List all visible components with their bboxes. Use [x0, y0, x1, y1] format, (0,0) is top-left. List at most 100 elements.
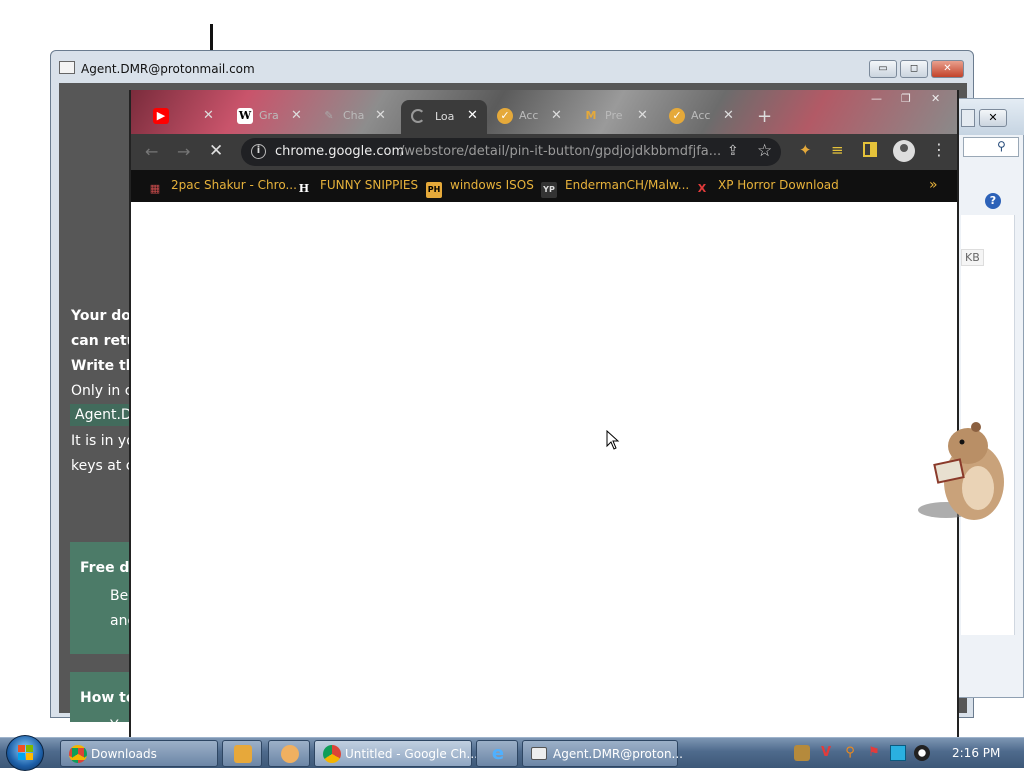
maximize-button[interactable]: ◻ [900, 60, 928, 78]
youtube-icon: ▶ [153, 108, 169, 124]
maximize-button[interactable]: ❐ [901, 92, 911, 106]
bookmark-label: EndermanCH/Malw... [565, 178, 690, 192]
star-icon[interactable]: ☆ [757, 141, 772, 161]
profile-icon[interactable] [893, 140, 915, 162]
back-arrow-icon[interactable]: ← [145, 142, 158, 161]
window-titlebar[interactable]: ✕ [959, 99, 1024, 135]
bookmark[interactable]: PH windows ISOS [426, 178, 534, 198]
page-content[interactable] [131, 202, 957, 750]
taskbar-label: Untitled - Google Ch... [345, 747, 478, 761]
taskbar-item-chrome[interactable]: Untitled - Google Ch... [314, 740, 478, 767]
note-line: Your do [71, 308, 131, 324]
url-host: chrome.google.com [275, 144, 405, 159]
close-button[interactable]: ✕ [931, 92, 940, 106]
extensions-icon[interactable]: ✦ [799, 141, 812, 159]
explorer-window: ✕ ⚲ ? KB [958, 98, 1024, 698]
address-bar[interactable]: i chrome.google.com /webstore/detail/pin… [241, 138, 781, 166]
yp-icon: YP [541, 182, 557, 198]
tray-v-icon[interactable]: V [818, 745, 834, 761]
site-info-icon[interactable]: i [251, 144, 266, 159]
file-size: KB [961, 249, 984, 266]
window-title: Agent.DMR@protonmail.com [81, 62, 255, 76]
box-title: How to [80, 690, 136, 706]
tab-active[interactable]: Loa ✕ [401, 100, 487, 134]
quill-icon: ✎ [324, 109, 334, 122]
stop-loading-icon[interactable]: ✕ [209, 141, 223, 161]
tab[interactable]: M Pre ✕ [583, 102, 653, 130]
note-line: Only in c [71, 383, 133, 399]
taskbar-item-ransom-window[interactable]: Agent.DMR@proton... [522, 740, 683, 767]
hamster-pet-icon[interactable] [916, 418, 1006, 524]
maximize-button[interactable] [961, 109, 975, 127]
search-input[interactable] [963, 137, 1019, 157]
bookmark[interactable]: ▦ 2pac Shakur - Chro... [147, 178, 297, 197]
bookmark[interactable]: YP EndermanCH/Malw... [541, 178, 689, 198]
media-control-icon[interactable]: ≡ [831, 141, 844, 159]
more-bookmarks-icon[interactable]: » [929, 177, 938, 193]
box-text: Be [110, 588, 129, 604]
tab-label: Loa [435, 110, 455, 123]
taskbar-item-media[interactable] [222, 740, 262, 767]
badge-icon: ✓ [497, 108, 513, 124]
tray-search-icon[interactable]: ⚲ [842, 745, 858, 761]
note-line: It is in yo [71, 433, 135, 449]
start-button[interactable] [6, 735, 44, 771]
bookmark[interactable]: X XP Horror Download [694, 178, 839, 197]
note-email[interactable]: Agent.D [75, 407, 132, 423]
tray-flag-icon[interactable]: ⚑ [866, 745, 882, 761]
side-panel-icon[interactable] [863, 142, 877, 157]
bookmark[interactable]: H FUNNY SNIPPIES [296, 178, 418, 197]
note-line: keys at c [71, 458, 134, 474]
minimize-button[interactable]: ▭ [869, 60, 897, 78]
tab[interactable]: ✓ Acc ✕ [497, 102, 567, 130]
h-icon: H [298, 182, 310, 195]
close-tab-icon[interactable]: ✕ [723, 108, 734, 123]
tab-label: Cha [343, 109, 365, 122]
taskbar-item-downloads[interactable]: Downloads [60, 740, 218, 767]
new-tab-button[interactable]: + [757, 106, 772, 127]
ie-icon: e [491, 743, 505, 764]
bookmark-label: FUNNY SNIPPIES [320, 178, 419, 192]
close-tab-icon[interactable]: ✕ [291, 108, 302, 123]
box-title: Free d [80, 560, 130, 576]
taskbar-label: Downloads [91, 747, 157, 761]
tab-label: Pre [605, 109, 623, 122]
box-text: Yo [110, 718, 126, 734]
tupac-icon: ▦ [149, 182, 161, 195]
tab[interactable]: W Gra ✕ [237, 102, 307, 130]
window-titlebar[interactable]: Agent.DMR@protonmail.com ▭ ◻ ✕ [51, 51, 973, 83]
close-button[interactable]: ✕ [979, 109, 1007, 127]
tab[interactable]: ▶ ✕ [153, 102, 214, 130]
tray-app-icon[interactable] [794, 745, 810, 761]
minimize-button[interactable]: — [871, 92, 882, 106]
clock[interactable]: 2:16 PM [952, 746, 1000, 760]
taskbar-item-paint[interactable] [268, 740, 310, 767]
taskbar-item-ie[interactable]: e [476, 740, 518, 767]
window-icon [531, 747, 547, 760]
tray-volume-icon[interactable] [914, 745, 930, 761]
close-tab-icon[interactable]: ✕ [551, 108, 562, 123]
chrome-window: ▶ ✕ W Gra ✕ ✎ Cha ✕ Loa ✕ ✓ Acc ✕ M Pre … [129, 90, 959, 750]
tab-strip: ▶ ✕ W Gra ✕ ✎ Cha ✕ Loa ✕ ✓ Acc ✕ M Pre … [131, 90, 957, 134]
close-tab-icon[interactable]: ✕ [203, 108, 214, 123]
x-icon: X [697, 182, 707, 195]
browser-toolbar: ← → ✕ i chrome.google.com /webstore/deta… [131, 134, 957, 170]
close-tab-icon[interactable]: ✕ [637, 108, 648, 123]
tab-label: Gra [259, 109, 279, 122]
chrome-icon [69, 745, 87, 763]
share-icon[interactable]: ⇪ [727, 143, 739, 159]
loading-icon [411, 109, 425, 123]
close-tab-icon[interactable]: ✕ [375, 108, 386, 123]
tray-network-icon[interactable] [890, 745, 906, 761]
tab[interactable]: ✓ Acc ✕ [669, 102, 739, 130]
tab[interactable]: ✎ Cha ✕ [321, 102, 391, 130]
menu-icon[interactable]: ⋮ [931, 140, 947, 159]
help-icon[interactable]: ? [985, 193, 1001, 209]
search-icon[interactable]: ⚲ [997, 139, 1006, 153]
windows-logo-icon [18, 745, 34, 761]
bookmark-label: windows ISOS [450, 178, 534, 192]
note-line: Write th [71, 358, 136, 374]
close-tab-icon[interactable]: ✕ [467, 108, 478, 123]
forward-arrow-icon[interactable]: → [177, 142, 190, 161]
close-button[interactable]: ✕ [931, 60, 964, 78]
